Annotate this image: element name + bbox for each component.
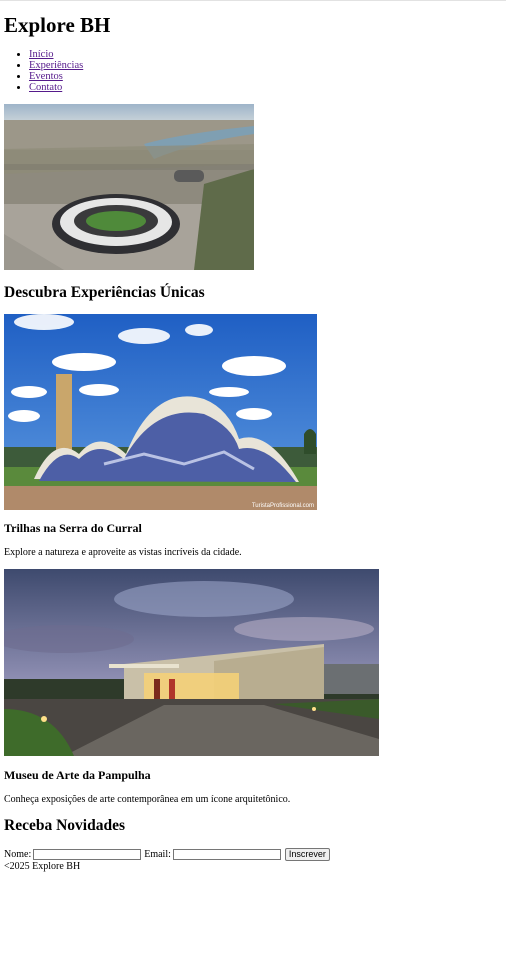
image-watermark: TuristaProfissional.com (252, 503, 314, 509)
nav-item-experiencias: Experiências (29, 60, 83, 71)
experience-desc-1: Explore a natureza e aproveite as vistas… (4, 547, 242, 558)
hero-stadium-image (4, 104, 254, 270)
nav-link-eventos[interactable]: Eventos (29, 71, 63, 82)
name-input[interactable] (33, 849, 142, 860)
nav-link-inicio[interactable]: Início (29, 49, 54, 60)
site-title: Explore BH (4, 13, 111, 37)
email-input[interactable] (172, 849, 281, 860)
experience-title-2: Museu de Arte da Pampulha (4, 768, 151, 782)
newsletter-form: Nome: Email: Inscrever (4, 848, 330, 861)
experience-image-museum (4, 569, 379, 756)
nav-item-contato: Contato (29, 82, 83, 93)
experience-desc-2: Conheça exposições de arte contemporânea… (4, 794, 291, 805)
footer-copyright: <2025 Explore BH (4, 861, 81, 872)
browser-top-border (0, 0, 506, 1)
experiences-heading: Descubra Experiências Únicas (4, 284, 205, 301)
nav-item-eventos: Eventos (29, 71, 83, 82)
experience-title-1: Trilhas na Serra do Curral (4, 521, 142, 535)
subscribe-button[interactable]: Inscrever (284, 848, 330, 861)
newsletter-heading: Receba Novidades (4, 817, 125, 834)
main-nav: Início Experiências Eventos Contato (4, 49, 83, 93)
nav-item-inicio: Início (29, 49, 83, 60)
nav-link-experiencias[interactable]: Experiências (29, 60, 83, 71)
name-label: Nome: (4, 849, 32, 860)
nav-link-contato[interactable]: Contato (29, 82, 62, 93)
experience-image-church: TuristaProfissional.com (4, 314, 317, 510)
email-label: Email: (144, 849, 171, 860)
